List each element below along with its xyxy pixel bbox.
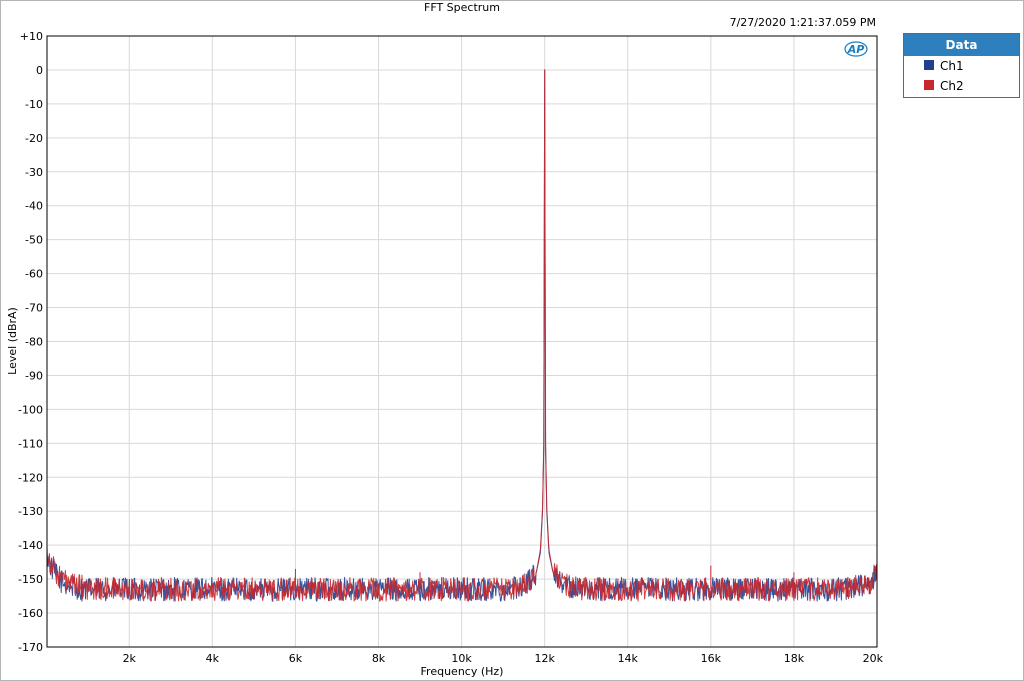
- legend-title: Data: [904, 34, 1019, 56]
- y-tick-label: -40: [25, 200, 43, 213]
- legend-item-ch1[interactable]: Ch1: [904, 56, 1019, 76]
- y-tick-label: -60: [25, 268, 43, 281]
- y-tick-label: -20: [25, 132, 43, 145]
- grid: [47, 35, 878, 648]
- y-tick-label: -10: [25, 98, 43, 111]
- legend-label-ch1: Ch1: [940, 59, 964, 73]
- y-tick-label: -130: [18, 505, 43, 518]
- chart-title: FFT Spectrum: [424, 1, 500, 14]
- legend-panel: Data Ch1 Ch2: [903, 33, 1020, 98]
- y-tick-label: -30: [25, 166, 43, 179]
- x-tick-label: 6k: [289, 652, 303, 665]
- legend-label-ch2: Ch2: [940, 79, 964, 93]
- x-tick-label: 14k: [618, 652, 639, 665]
- y-tick-label: 0: [36, 64, 43, 77]
- y-tick-label: -120: [18, 471, 43, 484]
- y-tick-label: -140: [18, 539, 43, 552]
- fft-chart: +10 0 -10 -20 -30 -40 -50 -60 -70 -80 -90 -100 -110 -…: [6, 1, 884, 678]
- x-tick-label: 18k: [784, 652, 805, 665]
- x-tick-label: 20k: [863, 652, 884, 665]
- ap-logo-icon: AP: [844, 41, 868, 57]
- timestamp: 7/27/2020 1:21:37.059 PM: [730, 16, 876, 29]
- x-tick-label: 2k: [123, 652, 137, 665]
- x-axis-label: Frequency (Hz): [421, 665, 504, 678]
- y-tick-label: -160: [18, 607, 43, 620]
- x-tick-label: 10k: [451, 652, 472, 665]
- legend-item-ch2[interactable]: Ch2: [904, 76, 1019, 96]
- y-tick-label: -110: [18, 437, 43, 450]
- x-tick-label: 4k: [206, 652, 220, 665]
- tick-labels: +10 0 -10 -20 -30 -40 -50 -60 -70 -80 -90 -100 -110 -…: [18, 30, 884, 665]
- legend-swatch-ch2: [924, 80, 934, 90]
- y-tick-label: -170: [18, 641, 43, 654]
- x-tick-label: 12k: [534, 652, 555, 665]
- y-tick-label: -150: [18, 573, 43, 586]
- y-tick-label: -50: [25, 234, 43, 247]
- x-tick-label: 8k: [372, 652, 386, 665]
- y-tick-label: -80: [25, 336, 43, 349]
- y-tick-label: -90: [25, 369, 43, 382]
- legend-swatch-ch1: [924, 60, 934, 70]
- ap-logo-text: AP: [847, 43, 865, 56]
- y-axis-label: Level (dBrA): [6, 307, 19, 375]
- y-tick-label: -70: [25, 302, 43, 315]
- y-tick-label: +10: [20, 30, 43, 43]
- y-tick-label: -100: [18, 403, 43, 416]
- x-tick-label: 16k: [701, 652, 722, 665]
